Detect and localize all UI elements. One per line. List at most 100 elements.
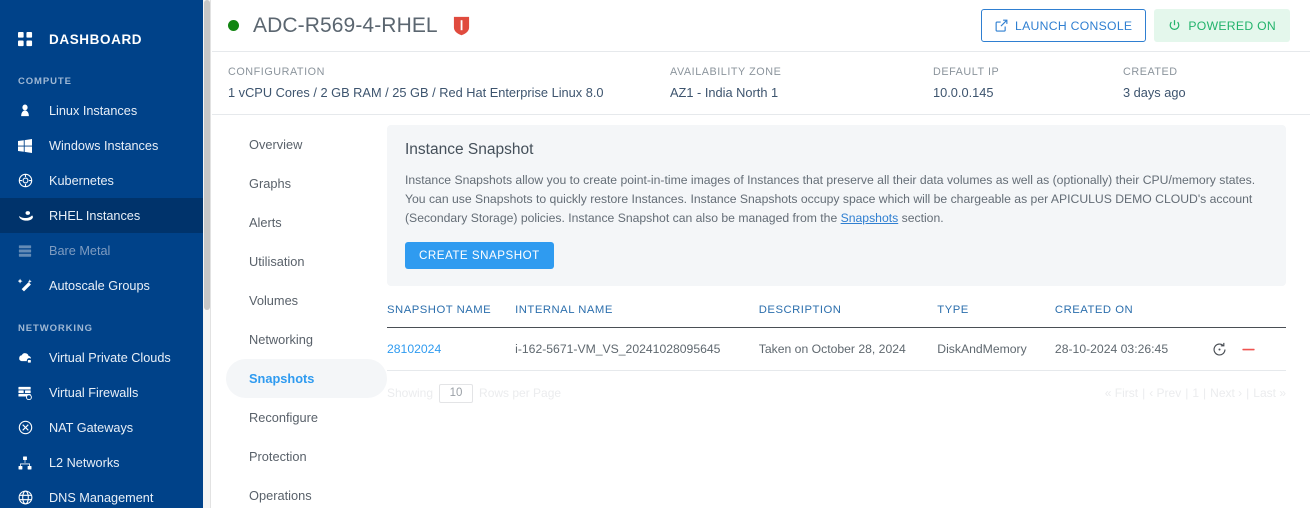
sidebar-item-bare-metal[interactable]: Bare Metal bbox=[0, 233, 203, 268]
sidebar-item-virtual-private-clouds[interactable]: Virtual Private Clouds bbox=[0, 340, 203, 375]
pagination-controls: « First | ‹ Prev | 1 | Next › | Last » bbox=[1105, 386, 1286, 400]
column-header-description[interactable]: DESCRIPTION bbox=[758, 303, 938, 328]
tab-alerts[interactable]: Alerts bbox=[226, 203, 387, 242]
meta-label: DEFAULT IP bbox=[933, 66, 1000, 78]
column-header-type[interactable]: TYPE bbox=[937, 303, 1055, 328]
meta-configuration: CONFIGURATION 1 vCPU Cores / 2 GB RAM / … bbox=[228, 66, 670, 100]
instance-header: ADC-R569-4-RHEL LAUNCH CONSOLE POWERED O… bbox=[212, 0, 1310, 52]
cloud-lock-icon bbox=[18, 351, 38, 364]
snapshots-table-head: SNAPSHOT NAME INTERNAL NAME DESCRIPTION … bbox=[387, 303, 1286, 328]
page-first-button[interactable]: « First bbox=[1105, 386, 1138, 400]
status-dot-icon bbox=[228, 20, 239, 31]
tab-protection[interactable]: Protection bbox=[226, 437, 387, 476]
instance-body: Overview Graphs Alerts Utilisation Volum… bbox=[212, 115, 1310, 508]
meta-availability-zone: AVAILABILITY ZONE AZ1 - India North 1 bbox=[670, 66, 933, 100]
row-actions bbox=[1212, 342, 1286, 357]
meta-label: CONFIGURATION bbox=[228, 66, 325, 78]
linux-penguin-icon bbox=[18, 103, 38, 118]
tab-label: Volumes bbox=[249, 293, 299, 308]
tab-label: Graphs bbox=[249, 176, 291, 191]
sidebar-item-label: Linux Instances bbox=[49, 103, 138, 118]
meta-value: 3 days ago bbox=[1123, 85, 1186, 100]
sidebar-item-nat-gateways[interactable]: NAT Gateways bbox=[0, 410, 203, 445]
cell-created-on: 28-10-2024 03:26:45 bbox=[1054, 327, 1213, 371]
create-snapshot-button[interactable]: CREATE SNAPSHOT bbox=[405, 241, 554, 269]
page-number[interactable]: 1 bbox=[1192, 386, 1199, 400]
tab-label: Alerts bbox=[249, 215, 282, 230]
pagination: Showing Rows per Page « First | ‹ Prev |… bbox=[387, 383, 1286, 403]
sidebar-item-label: Virtual Private Clouds bbox=[49, 350, 171, 365]
sidebar-item-kubernetes[interactable]: Kubernetes bbox=[0, 163, 203, 198]
tab-overview[interactable]: Overview bbox=[226, 125, 387, 164]
tab-networking[interactable]: Networking bbox=[226, 320, 387, 359]
snapshots-table-body: 28102024 i-162-5671-VM_VS_20241028095645… bbox=[387, 327, 1286, 371]
table-header-row: SNAPSHOT NAME INTERNAL NAME DESCRIPTION … bbox=[387, 303, 1286, 328]
grid-icon bbox=[18, 31, 38, 47]
sidebar-item-virtual-firewalls[interactable]: Virtual Firewalls bbox=[0, 375, 203, 410]
sidebar-item-l2-networks[interactable]: L2 Networks bbox=[0, 445, 203, 480]
cell-description: Taken on October 28, 2024 bbox=[758, 327, 938, 371]
sidebar-item-label: Bare Metal bbox=[49, 243, 111, 258]
page-next-button[interactable]: Next › bbox=[1210, 386, 1242, 400]
sidebar-scrollbar-thumb[interactable] bbox=[204, 0, 210, 310]
instance-tabs: Overview Graphs Alerts Utilisation Volum… bbox=[212, 125, 387, 508]
meta-created: CREATED 3 days ago bbox=[1123, 66, 1283, 100]
sidebar-item-autoscale-groups[interactable]: Autoscale Groups bbox=[0, 268, 203, 303]
tab-utilisation[interactable]: Utilisation bbox=[226, 242, 387, 281]
nat-gateway-icon bbox=[18, 420, 38, 435]
sidebar-item-label: Windows Instances bbox=[49, 138, 159, 153]
rows-per-page-label: Rows per Page bbox=[479, 386, 562, 401]
meta-value: AZ1 - India North 1 bbox=[670, 85, 779, 100]
tab-operations[interactable]: Operations bbox=[226, 476, 387, 508]
sidebar-item-label: Kubernetes bbox=[49, 173, 114, 188]
panel-description-part1: Instance Snapshots allow you to create p… bbox=[405, 173, 1256, 225]
tab-label: Reconfigure bbox=[249, 410, 319, 425]
snapshots-panel-area: Instance Snapshot Instance Snapshots all… bbox=[387, 125, 1310, 508]
sidebar-item-rhel-instances[interactable]: RHEL Instances bbox=[0, 198, 203, 233]
cell-type: DiskAndMemory bbox=[937, 327, 1055, 371]
sidebar-section-compute: COMPUTE bbox=[18, 76, 72, 87]
power-status-badge[interactable]: POWERED ON bbox=[1154, 9, 1290, 42]
sidebar-item-label: DNS Management bbox=[49, 490, 154, 505]
tab-label: Utilisation bbox=[249, 254, 305, 269]
sidebar-section-networking: NETWORKING bbox=[18, 323, 93, 334]
tab-volumes[interactable]: Volumes bbox=[226, 281, 387, 320]
tab-snapshots[interactable]: Snapshots bbox=[226, 359, 387, 398]
cell-snapshot-name: 28102024 bbox=[387, 327, 516, 371]
sidebar-item-dns-management[interactable]: DNS Management bbox=[0, 480, 203, 508]
firewall-icon bbox=[18, 386, 38, 400]
column-header-created-on[interactable]: CREATED ON bbox=[1054, 303, 1213, 328]
meta-label: AVAILABILITY ZONE bbox=[670, 66, 782, 78]
sidebar-item-windows-instances[interactable]: Windows Instances bbox=[0, 128, 203, 163]
autoscale-icon bbox=[18, 278, 38, 293]
meta-label: CREATED bbox=[1123, 66, 1178, 78]
tab-reconfigure[interactable]: Reconfigure bbox=[226, 398, 387, 437]
server-rack-icon bbox=[18, 244, 38, 258]
column-header-internal-name[interactable]: INTERNAL NAME bbox=[515, 303, 759, 328]
page-prev-button[interactable]: ‹ Prev bbox=[1149, 386, 1181, 400]
snapshot-name-link[interactable]: 28102024 bbox=[387, 342, 441, 356]
pager-separator: | bbox=[1246, 386, 1250, 401]
launch-console-button[interactable]: LAUNCH CONSOLE bbox=[981, 9, 1147, 42]
meta-default-ip: DEFAULT IP 10.0.0.145 bbox=[933, 66, 1123, 100]
sidebar-brand[interactable]: DASHBOARD bbox=[0, 22, 203, 56]
redhat-shield-icon bbox=[453, 16, 470, 36]
delete-icon[interactable] bbox=[1241, 342, 1256, 357]
cell-actions bbox=[1212, 327, 1286, 371]
instance-meta: CONFIGURATION 1 vCPU Cores / 2 GB RAM / … bbox=[212, 52, 1310, 115]
rows-per-page-input[interactable] bbox=[439, 383, 474, 403]
main-content: ADC-R569-4-RHEL LAUNCH CONSOLE POWERED O… bbox=[212, 0, 1310, 508]
revert-icon[interactable] bbox=[1212, 342, 1227, 357]
app-root: DASHBOARD COMPUTE Linux Instances Window… bbox=[0, 0, 1310, 508]
header-actions: LAUNCH CONSOLE POWERED ON bbox=[981, 9, 1290, 42]
sidebar-item-label: Autoscale Groups bbox=[49, 278, 150, 293]
tab-graphs[interactable]: Graphs bbox=[226, 164, 387, 203]
page-last-button[interactable]: Last » bbox=[1253, 386, 1286, 400]
sidebar-item-linux-instances[interactable]: Linux Instances bbox=[0, 93, 203, 128]
column-header-snapshot-name[interactable]: SNAPSHOT NAME bbox=[387, 303, 516, 328]
sidebar-brand-label: DASHBOARD bbox=[49, 31, 143, 47]
external-link-icon bbox=[995, 19, 1008, 32]
snapshots-link[interactable]: Snapshots bbox=[841, 211, 899, 225]
tab-label: Operations bbox=[249, 488, 312, 503]
table-row: 28102024 i-162-5671-VM_VS_20241028095645… bbox=[387, 327, 1286, 371]
